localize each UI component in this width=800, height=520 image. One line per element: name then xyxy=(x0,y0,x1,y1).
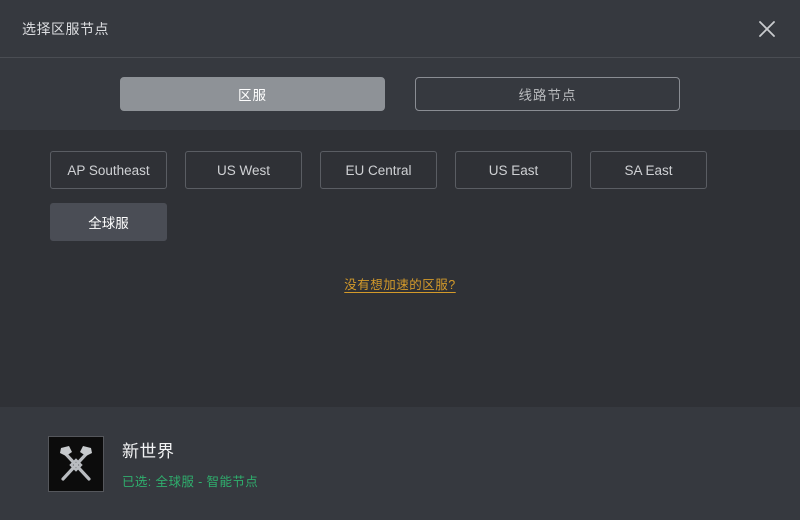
region-button-us-west[interactable]: US West xyxy=(185,151,302,189)
region-label: 全球服 xyxy=(88,216,129,231)
region-label: US West xyxy=(216,162,270,178)
region-button-ap-southeast[interactable]: AP Southeast xyxy=(50,151,167,189)
tab-line-nodes-label: 线路节点 xyxy=(518,88,577,103)
game-meta: 新世界 已选: 全球服 - 智能节点 xyxy=(122,437,258,490)
tab-regions[interactable]: 区服 xyxy=(120,77,385,111)
dialog-titlebar: 选择区服节点 xyxy=(0,0,800,58)
region-button-us-east[interactable]: US East xyxy=(455,151,572,189)
region-label: AP Southeast xyxy=(67,162,150,178)
region-button-eu-central[interactable]: EU Central xyxy=(320,151,437,189)
region-label: EU Central xyxy=(345,162,412,178)
close-button[interactable] xyxy=(748,10,786,48)
region-label: US East xyxy=(488,162,539,178)
region-button-grid: AP Southeast US West EU Central US East … xyxy=(0,151,800,241)
region-button-global[interactable]: 全球服 xyxy=(50,203,167,241)
missing-region-row: 没有想加速的区服? xyxy=(0,274,800,294)
tab-regions-label: 区服 xyxy=(238,88,267,103)
region-button-sa-east[interactable]: SA East xyxy=(590,151,707,189)
selected-game-footer: 新世界 已选: 全球服 - 智能节点 xyxy=(0,407,800,520)
region-selection-panel: AP Southeast US West EU Central US East … xyxy=(0,130,800,407)
page-title: 选择区服节点 xyxy=(22,20,109,37)
tab-line-nodes[interactable]: 线路节点 xyxy=(415,77,680,111)
game-icon xyxy=(48,435,104,492)
select-region-node-dialog: 选择区服节点 区服 线路节点 AP Southeast US West EU C… xyxy=(0,0,800,520)
region-label: SA East xyxy=(624,162,673,178)
tab-bar: 区服 线路节点 xyxy=(0,58,800,130)
crossed-axes-icon xyxy=(60,445,92,481)
game-name: 新世界 xyxy=(122,442,175,461)
missing-region-link[interactable]: 没有想加速的区服? xyxy=(344,274,455,293)
status-badge: 已选: 全球服 - 智能节点 xyxy=(122,475,259,489)
close-icon xyxy=(759,21,775,37)
